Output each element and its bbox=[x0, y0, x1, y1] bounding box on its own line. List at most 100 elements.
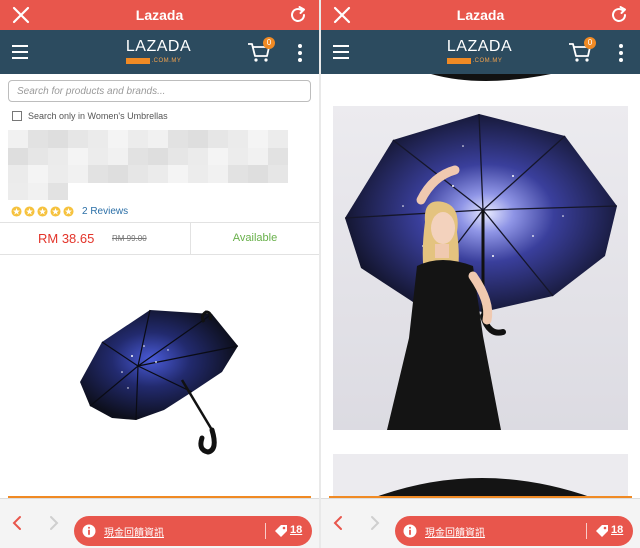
mosaic-cell bbox=[248, 165, 268, 183]
mosaic-cell bbox=[208, 147, 228, 165]
mosaic-cell bbox=[148, 182, 168, 200]
mosaic-cell bbox=[88, 182, 108, 200]
cashback-count: 18 bbox=[611, 524, 624, 536]
screenshot-stage: Lazada LAZADA .COM.MY 0 Search only in W… bbox=[0, 0, 640, 548]
info-icon bbox=[403, 524, 417, 538]
mosaic-cell bbox=[28, 165, 48, 183]
hamburger-menu-icon[interactable] bbox=[331, 42, 351, 62]
star-icon bbox=[11, 206, 22, 217]
star-icon bbox=[37, 206, 48, 217]
mosaic-cell bbox=[48, 147, 68, 165]
search-scope-option[interactable]: Search only in Women's Umbrellas bbox=[12, 111, 168, 121]
mosaic-cell bbox=[228, 182, 248, 200]
browser-bottom-bar: 現金回饋資訊 18 bbox=[321, 498, 640, 548]
cashback-divider bbox=[586, 523, 587, 539]
mosaic-cell bbox=[248, 182, 268, 200]
logo-domain: .COM.MY bbox=[151, 58, 182, 64]
logo-text: LAZADA bbox=[446, 38, 513, 55]
chevron-right-icon[interactable] bbox=[367, 515, 383, 531]
mosaic-cell bbox=[128, 130, 148, 148]
original-price: RM 99.00 bbox=[112, 234, 147, 243]
mosaic-cell bbox=[188, 182, 208, 200]
mosaic-cell bbox=[108, 147, 128, 165]
search-scope-checkbox[interactable] bbox=[12, 111, 22, 121]
search-scope-label: Search only in Women's Umbrellas bbox=[28, 111, 168, 121]
store-navbar: LAZADA .COM.MY 0 bbox=[321, 30, 640, 74]
more-vertical-icon[interactable] bbox=[618, 43, 624, 63]
cashback-divider bbox=[265, 523, 266, 539]
mosaic-cell bbox=[188, 147, 208, 165]
mosaic-cell bbox=[68, 182, 88, 200]
product-rating[interactable]: 2 Reviews bbox=[11, 206, 128, 217]
info-icon bbox=[82, 524, 96, 538]
chevron-right-icon[interactable] bbox=[46, 515, 62, 531]
cashback-label: 現金回饋資訊 bbox=[425, 528, 485, 539]
chevron-left-icon[interactable] bbox=[9, 515, 25, 531]
mosaic-cell bbox=[68, 147, 88, 165]
mosaic-cell bbox=[248, 130, 268, 148]
mosaic-cell bbox=[168, 182, 188, 200]
mosaic-cell bbox=[228, 147, 248, 165]
mosaic-cell bbox=[268, 147, 288, 165]
cashback-info-button[interactable]: 現金回饋資訊 18 bbox=[74, 516, 312, 546]
mosaic-cell bbox=[188, 130, 208, 148]
mosaic-cell bbox=[108, 165, 128, 183]
left-screen: Lazada LAZADA .COM.MY 0 Search only in W… bbox=[0, 0, 319, 548]
cart-count-badge: 0 bbox=[584, 37, 596, 49]
logo-bar bbox=[125, 58, 150, 64]
mosaic-cell bbox=[208, 182, 228, 200]
mosaic-cell bbox=[8, 182, 28, 200]
logo-bar bbox=[446, 58, 471, 64]
mosaic-cell bbox=[8, 130, 28, 148]
cashback-count: 18 bbox=[290, 524, 303, 536]
more-vertical-icon[interactable] bbox=[297, 43, 303, 63]
mosaic-cell bbox=[268, 130, 288, 148]
mosaic-cell bbox=[268, 165, 288, 183]
mosaic-cell bbox=[168, 165, 188, 183]
star-icon bbox=[63, 206, 74, 217]
mosaic-cell bbox=[208, 130, 228, 148]
logo-domain: .COM.MY bbox=[472, 58, 503, 64]
cashback-label: 現金回饋資訊 bbox=[104, 528, 164, 539]
mosaic-cell bbox=[88, 165, 108, 183]
mosaic-cell bbox=[128, 165, 148, 183]
reload-icon[interactable] bbox=[287, 4, 309, 26]
product-gallery bbox=[321, 74, 640, 498]
reload-icon[interactable] bbox=[608, 4, 630, 26]
mosaic-cell bbox=[128, 182, 148, 200]
mosaic-cell bbox=[108, 130, 128, 148]
next-umbrella-photo[interactable] bbox=[333, 454, 628, 498]
star-icon bbox=[24, 206, 35, 217]
mosaic-cell bbox=[148, 165, 168, 183]
lazada-logo[interactable]: LAZADA .COM.MY bbox=[125, 38, 192, 65]
tag-icon bbox=[596, 525, 608, 537]
mosaic-cell bbox=[208, 165, 228, 183]
browser-bottom-bar: 現金回饋資訊 18 bbox=[0, 498, 319, 548]
lazada-logo[interactable]: LAZADA .COM.MY bbox=[446, 38, 513, 65]
model-with-umbrella-photo[interactable] bbox=[333, 106, 628, 430]
search-input[interactable] bbox=[8, 80, 311, 102]
mosaic-cell bbox=[168, 147, 188, 165]
title-bar: Lazada bbox=[321, 0, 640, 30]
mosaic-cell bbox=[8, 147, 28, 165]
price-bar: RM 38.65 RM 99.00 Available bbox=[0, 222, 319, 255]
cashback-info-button[interactable]: 現金回饋資訊 18 bbox=[395, 516, 633, 546]
hamburger-menu-icon[interactable] bbox=[10, 42, 30, 62]
mosaic-cell bbox=[248, 147, 268, 165]
product-page: Search only in Women's Umbrellas 2 Revie… bbox=[0, 74, 319, 498]
mosaic-cell bbox=[68, 165, 88, 183]
mosaic-cell bbox=[88, 130, 108, 148]
mosaic-cell bbox=[188, 165, 208, 183]
mosaic-cell bbox=[148, 130, 168, 148]
store-navbar: LAZADA .COM.MY 0 bbox=[0, 30, 319, 74]
reviews-link[interactable]: 2 Reviews bbox=[82, 206, 128, 217]
mosaic-cell bbox=[228, 165, 248, 183]
mosaic-cell bbox=[28, 182, 48, 200]
chevron-left-icon[interactable] bbox=[330, 515, 346, 531]
previous-photo-fragment bbox=[431, 74, 551, 81]
tag-icon bbox=[275, 525, 287, 537]
mosaic-cell bbox=[48, 130, 68, 148]
window-title: Lazada bbox=[456, 7, 505, 23]
umbrella-product-image[interactable] bbox=[72, 302, 244, 462]
mosaic-cell bbox=[148, 147, 168, 165]
